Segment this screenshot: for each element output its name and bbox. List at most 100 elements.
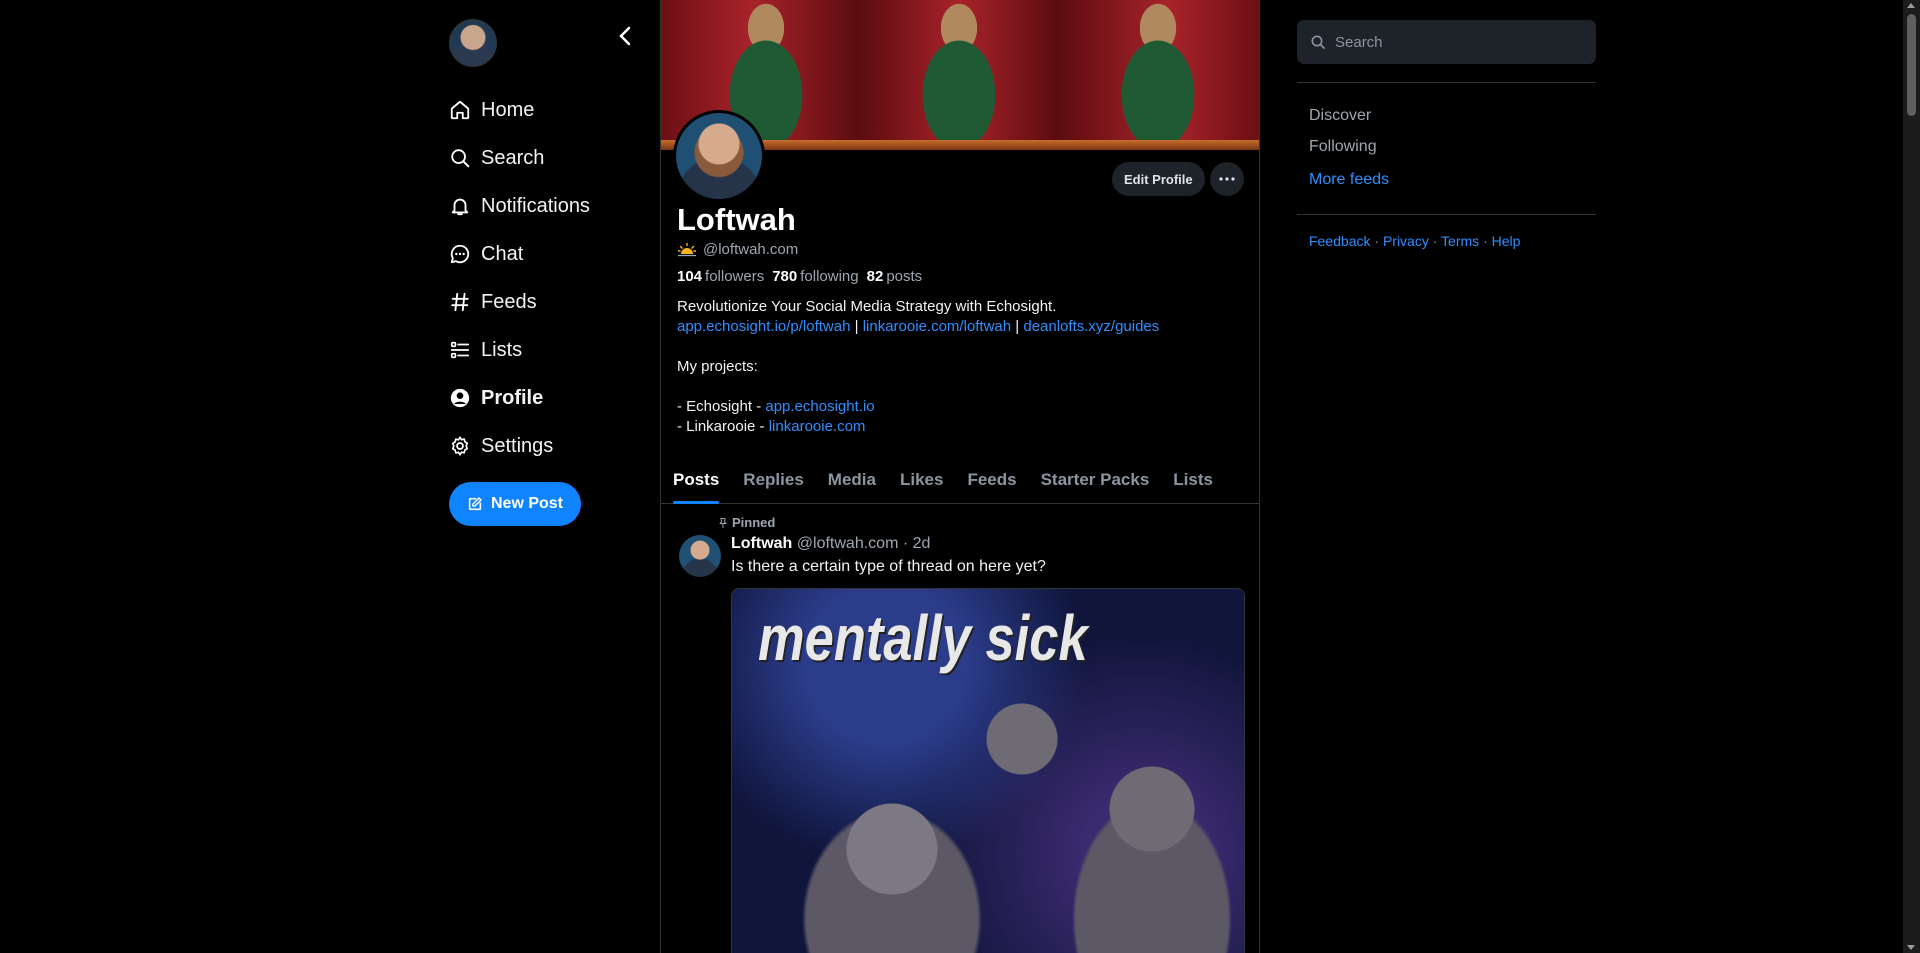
bio-separator: | xyxy=(1015,318,1020,335)
bio-link-echosight[interactable]: app.echosight.io xyxy=(765,398,874,415)
nav-label-notifications: Notifications xyxy=(481,194,590,217)
bio-link-linkarooie[interactable]: linkarooie.com xyxy=(769,418,866,435)
profile-handle: @loftwah.com xyxy=(703,241,799,258)
nav-item-search[interactable]: Search xyxy=(448,134,590,182)
page-scrollbar[interactable] xyxy=(1903,0,1920,953)
nav-item-feeds[interactable]: Feeds xyxy=(448,278,590,326)
posts-count: 82 xyxy=(866,268,884,285)
profile-icon xyxy=(448,386,472,410)
footer-link-feedback[interactable]: Feedback xyxy=(1309,233,1370,249)
footer-sep: · xyxy=(1432,233,1438,249)
scroll-thumb[interactable] xyxy=(1907,14,1916,116)
new-post-button[interactable]: New Post xyxy=(449,482,581,526)
search-input[interactable] xyxy=(1335,33,1575,51)
collapse-sidebar-button[interactable] xyxy=(612,22,640,50)
app-root: Home Search Notifications Chat Feeds Lis… xyxy=(0,0,1920,953)
profile-avatar[interactable] xyxy=(673,110,765,202)
nav-item-settings[interactable]: Settings xyxy=(448,422,590,470)
bio-project-2: - Linkarooie - linkarooie.com xyxy=(677,417,1247,437)
footer-sep: · xyxy=(1483,233,1488,249)
post-author-name[interactable]: Loftwah xyxy=(731,535,792,552)
search-icon xyxy=(448,146,472,170)
bell-icon xyxy=(448,194,472,218)
profile-stats: 104 followers 780 following 82 posts xyxy=(677,268,922,285)
nav-label-home: Home xyxy=(481,98,535,121)
search-icon xyxy=(1311,35,1325,49)
nav-item-chat[interactable]: Chat xyxy=(448,230,590,278)
tab-replies[interactable]: Replies xyxy=(731,456,815,504)
bio-project-1-prefix: - Echosight - xyxy=(677,398,766,415)
bio-links-line: app.echosight.io/p/loftwah | linkarooie.… xyxy=(677,317,1247,337)
bio-project-2-prefix: - Linkarooie - xyxy=(677,418,769,435)
posts-label: posts xyxy=(886,268,923,285)
more-feeds-link[interactable]: More feeds xyxy=(1309,168,1389,199)
user-avatar[interactable] xyxy=(449,19,497,67)
footer-link-help[interactable]: Help xyxy=(1492,233,1521,249)
tab-feeds[interactable]: Feeds xyxy=(955,456,1028,504)
nav-label-feeds: Feeds xyxy=(481,290,537,313)
nav-label-search: Search xyxy=(481,146,545,169)
nav-label-lists: Lists xyxy=(481,338,523,361)
tab-starter-packs[interactable]: Starter Packs xyxy=(1029,456,1162,504)
nav-label-chat: Chat xyxy=(481,242,524,265)
following-label: following xyxy=(800,268,859,285)
followers-label: followers xyxy=(705,268,765,285)
scroll-down-arrow[interactable] xyxy=(1907,945,1915,950)
profile-tabs: Posts Replies Media Likes Feeds Starter … xyxy=(661,456,1259,504)
nav-label-profile: Profile xyxy=(481,386,544,409)
nav-item-home[interactable]: Home xyxy=(448,86,590,134)
divider xyxy=(1297,82,1596,83)
tab-likes[interactable]: Likes xyxy=(888,456,955,504)
followers-stat[interactable]: 104 followers xyxy=(677,268,764,285)
search-box[interactable] xyxy=(1297,20,1596,64)
compose-icon xyxy=(468,497,482,511)
followers-count: 104 xyxy=(677,268,703,285)
bio-blank-line xyxy=(677,377,1247,397)
post-author-handle[interactable]: @loftwah.com xyxy=(797,535,899,552)
profile-column: Edit Profile Loftwah @loftwah.com 104 fol… xyxy=(660,0,1260,953)
bio-link-guides[interactable]: deanlofts.xyz/guides xyxy=(1023,318,1159,335)
pin-icon xyxy=(719,517,727,528)
profile-bio: Revolutionize Your Social Media Strategy… xyxy=(677,297,1247,437)
following-count: 780 xyxy=(772,268,798,285)
following-stat[interactable]: 780 following xyxy=(772,268,858,285)
bio-line-1: Revolutionize Your Social Media Strategy… xyxy=(677,298,1057,315)
pinned-indicator: Pinned xyxy=(717,515,775,530)
post-dot: · xyxy=(902,535,909,552)
post-age[interactable]: 2d xyxy=(913,535,931,552)
handle-row: @loftwah.com xyxy=(678,241,798,258)
bio-blank-line xyxy=(677,337,1247,357)
more-options-button[interactable] xyxy=(1210,162,1244,196)
tab-lists[interactable]: Lists xyxy=(1161,456,1225,504)
bio-projects-heading: My projects: xyxy=(677,358,758,375)
post-image[interactable]: mentally sick xyxy=(731,588,1245,953)
pinned-label: Pinned xyxy=(732,515,776,530)
bio-link-echosight-profile[interactable]: app.echosight.io/p/loftwah xyxy=(677,318,850,335)
nav-label-settings: Settings xyxy=(481,434,554,457)
pinned-post[interactable]: Pinned Loftwah @loftwah.com · 2d Is ther… xyxy=(661,505,1259,953)
ellipsis-icon xyxy=(1219,177,1235,181)
posts-stat: 82 posts xyxy=(867,268,923,285)
post-author-avatar[interactable] xyxy=(679,535,721,577)
footer-links: Feedback · Privacy · Terms · Help xyxy=(1309,233,1520,249)
feed-link-discover[interactable]: Discover xyxy=(1309,104,1389,135)
tab-posts[interactable]: Posts xyxy=(661,456,731,504)
footer-sep: · xyxy=(1374,233,1380,249)
nav-list: Home Search Notifications Chat Feeds Lis… xyxy=(448,86,590,470)
new-post-label: New Post xyxy=(490,495,563,512)
nav-item-profile[interactable]: Profile xyxy=(448,374,590,422)
edit-profile-button[interactable]: Edit Profile xyxy=(1112,162,1205,196)
footer-link-privacy[interactable]: Privacy xyxy=(1383,233,1429,249)
home-icon xyxy=(448,98,472,122)
feed-link-following[interactable]: Following xyxy=(1309,135,1389,166)
bio-project-1: - Echosight - app.echosight.io xyxy=(677,397,1247,417)
divider xyxy=(1297,214,1596,215)
nav-item-lists[interactable]: Lists xyxy=(448,326,590,374)
footer-link-terms[interactable]: Terms xyxy=(1441,233,1479,249)
chat-icon xyxy=(448,242,472,266)
bio-link-linkarooie-profile[interactable]: linkarooie.com/loftwah xyxy=(863,318,1011,335)
nav-item-notifications[interactable]: Notifications xyxy=(448,182,590,230)
tab-media[interactable]: Media xyxy=(816,456,888,504)
scroll-up-arrow[interactable] xyxy=(1907,3,1915,8)
sunrise-icon xyxy=(678,242,696,256)
